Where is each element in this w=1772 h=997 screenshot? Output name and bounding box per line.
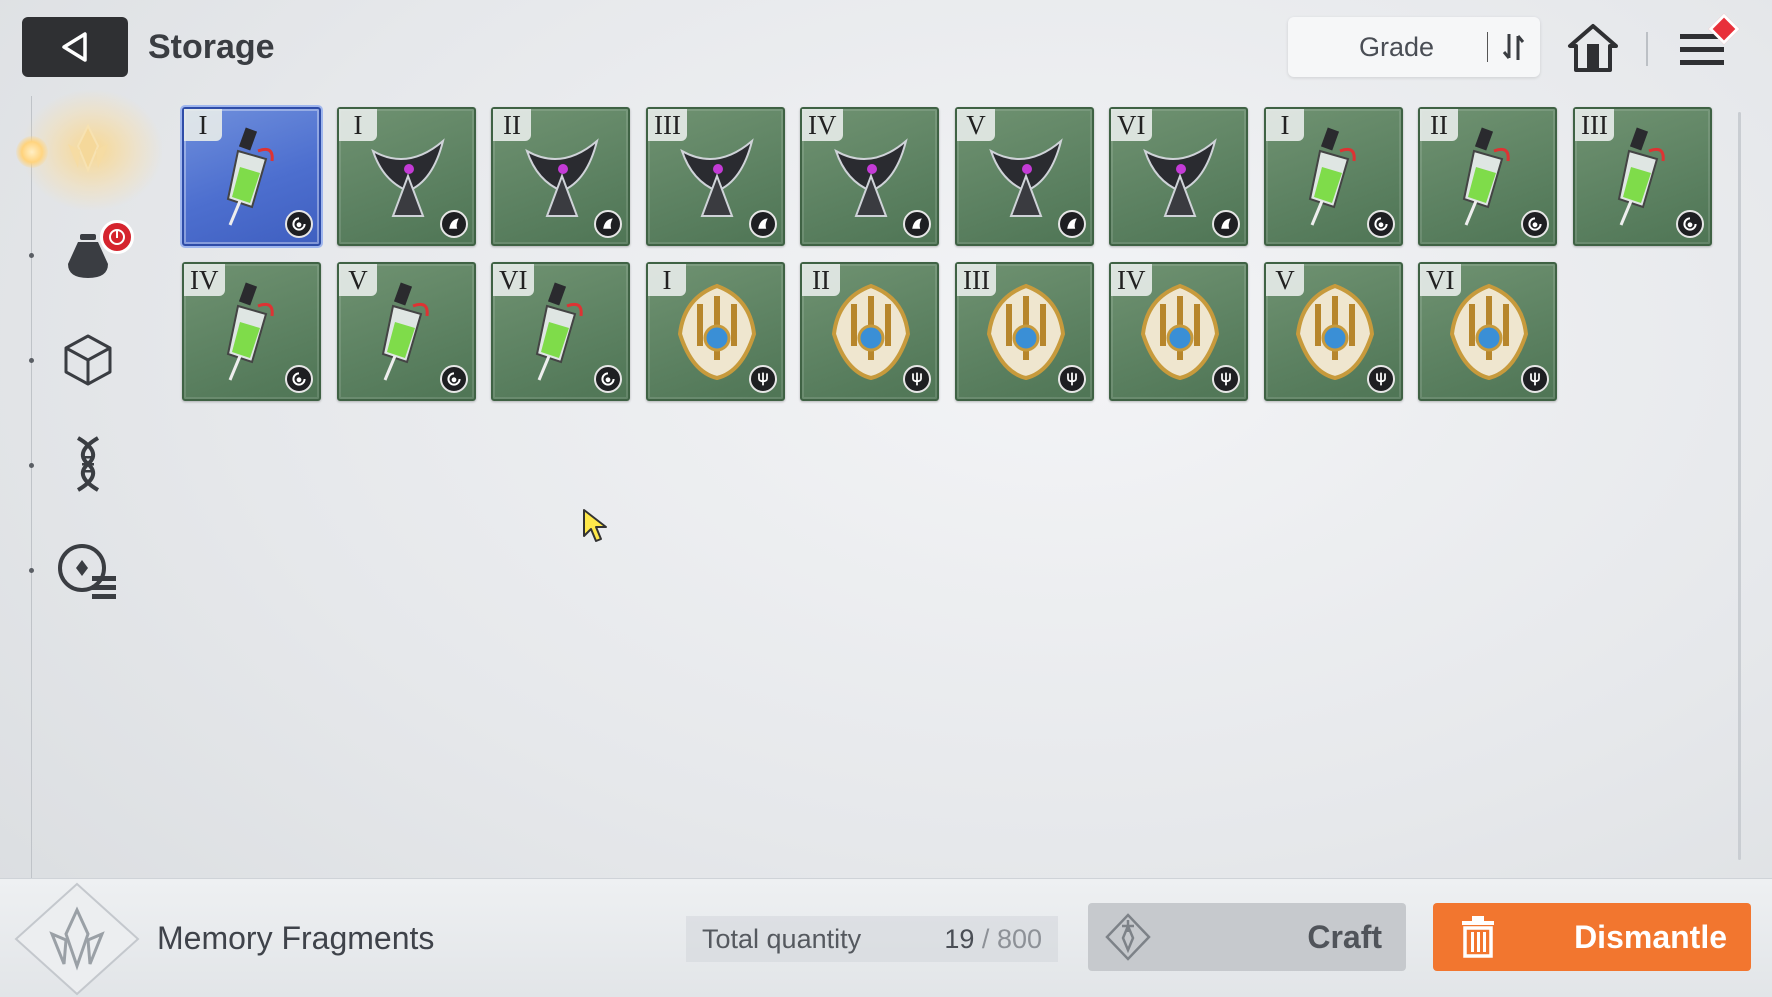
syringe-set-badge-icon [440, 365, 468, 393]
consumables-alert-badge [100, 220, 134, 254]
item-grade-label: VI [493, 264, 534, 296]
item-grade-label: I [648, 264, 686, 296]
sidebar-dot [29, 463, 34, 468]
sidebar-tab-memory-fragments[interactable] [22, 90, 162, 210]
sidebar-tab-genes[interactable] [56, 432, 120, 496]
sort-label: Grade [1358, 31, 1435, 62]
syringe-set-badge-icon [1367, 210, 1395, 238]
item-slot-gold-trident-iv[interactable]: IV [1109, 262, 1248, 401]
topbar-separator [1646, 32, 1648, 66]
item-grade-label: I [184, 109, 222, 141]
gold-trident-set-badge-icon [1058, 365, 1086, 393]
module-list-icon [58, 544, 116, 599]
gold-trident-set-badge-icon [1367, 365, 1395, 393]
item-grade-label: I [1266, 109, 1304, 141]
dna-helix-icon [76, 436, 100, 492]
syringe-set-badge-icon [285, 210, 313, 238]
item-slot-dark-wing-vi[interactable]: VI [1109, 107, 1248, 246]
item-grade-label: VI [1111, 109, 1152, 141]
dismantle-button[interactable]: Dismantle [1433, 903, 1751, 971]
grid-scrollbar[interactable] [1738, 112, 1741, 860]
item-grade-label: III [1575, 109, 1614, 141]
memory-fragment-emblem-icon [14, 882, 140, 996]
gold-trident-set-badge-icon [749, 365, 777, 393]
sort-order-icon [1502, 34, 1525, 60]
dark-wing-set-badge-icon [1058, 210, 1086, 238]
page-title: Storage [148, 28, 275, 66]
back-button[interactable] [22, 17, 128, 77]
craft-button[interactable]: Craft [1088, 903, 1406, 971]
dark-wing-set-badge-icon [1212, 210, 1240, 238]
back-arrow-icon [62, 32, 87, 62]
syringe-set-badge-icon [285, 365, 313, 393]
gold-trident-set-badge-icon [1521, 365, 1549, 393]
item-grade-label: III [648, 109, 687, 141]
item-slot-syringe-v[interactable]: V [337, 262, 476, 401]
item-slot-syringe-i[interactable]: I [1264, 107, 1403, 246]
quantity-label: Total quantity [702, 923, 862, 954]
total-quantity-panel: Total quantity 19 / 800 [686, 916, 1058, 962]
sidebar-dot [29, 358, 34, 363]
gold-trident-set-badge-icon [1212, 365, 1240, 393]
sidebar-tab-modules[interactable] [56, 538, 120, 602]
item-slot-gold-trident-ii[interactable]: II [800, 262, 939, 401]
item-grade-label: V [1266, 264, 1304, 296]
gold-trident-set-badge-icon [903, 365, 931, 393]
home-icon [1568, 24, 1618, 72]
item-slot-dark-wing-v[interactable]: V [955, 107, 1094, 246]
dark-wing-set-badge-icon [903, 210, 931, 238]
syringe-set-badge-icon [1676, 210, 1704, 238]
item-grade-label: IV [802, 109, 843, 141]
storage-screen: Storage Grade I I II III IV V VI I II II… [0, 0, 1772, 997]
sidebar-dot [29, 253, 34, 258]
sidebar-track [31, 96, 32, 878]
item-slot-dark-wing-iv[interactable]: IV [800, 107, 939, 246]
item-slot-gold-trident-i[interactable]: I [646, 262, 785, 401]
item-grade-label: I [339, 109, 377, 141]
sort-order-button[interactable] [1488, 17, 1540, 77]
item-slot-dark-wing-iii[interactable]: III [646, 107, 785, 246]
craft-icon [1088, 903, 1168, 971]
dismantle-label: Dismantle [1574, 918, 1727, 955]
quantity-separator: / [981, 923, 990, 954]
dark-wing-set-badge-icon [749, 210, 777, 238]
syringe-set-badge-icon [1521, 210, 1549, 238]
item-grade-label: III [957, 264, 996, 296]
sort-dropdown[interactable]: Grade [1288, 17, 1540, 77]
alert-exclamation-icon [109, 229, 125, 245]
quantity-value: 19 / 800 [944, 924, 1042, 955]
category-title: Memory Fragments [157, 920, 435, 956]
item-slot-gold-trident-v[interactable]: V [1264, 262, 1403, 401]
sidebar-dot [29, 568, 34, 573]
item-slot-syringe-ii[interactable]: II [1418, 107, 1557, 246]
trash-icon [1433, 903, 1523, 971]
item-slot-dark-wing-ii[interactable]: II [491, 107, 630, 246]
home-button[interactable] [1566, 22, 1620, 76]
item-grade-label: II [802, 264, 840, 296]
item-grade-label: II [493, 109, 531, 141]
cube-icon [64, 334, 112, 386]
item-grade-label: II [1420, 109, 1458, 141]
item-slot-gold-trident-iii[interactable]: III [955, 262, 1094, 401]
craft-label: Craft [1307, 918, 1382, 955]
item-slot-gold-trident-vi[interactable]: VI [1418, 262, 1557, 401]
item-slot-syringe-i[interactable]: I [182, 107, 321, 246]
dark-wing-set-badge-icon [594, 210, 622, 238]
quantity-max: 800 [996, 923, 1042, 954]
item-grade-label: IV [1111, 264, 1152, 296]
dark-wing-set-badge-icon [440, 210, 468, 238]
sidebar-tab-materials[interactable] [56, 328, 120, 392]
memory-fragment-icon [68, 123, 108, 173]
item-grade-label: VI [1420, 264, 1461, 296]
item-grade-label: IV [184, 264, 225, 296]
item-grade-label: V [339, 264, 377, 296]
syringe-set-badge-icon [594, 365, 622, 393]
item-slot-syringe-iv[interactable]: IV [182, 262, 321, 401]
quantity-current: 19 [944, 923, 975, 954]
item-grade-label: V [957, 109, 995, 141]
item-slot-syringe-vi[interactable]: VI [491, 262, 630, 401]
mouse-cursor-icon [583, 509, 607, 542]
item-slot-syringe-iii[interactable]: III [1573, 107, 1712, 246]
item-slot-dark-wing-i[interactable]: I [337, 107, 476, 246]
